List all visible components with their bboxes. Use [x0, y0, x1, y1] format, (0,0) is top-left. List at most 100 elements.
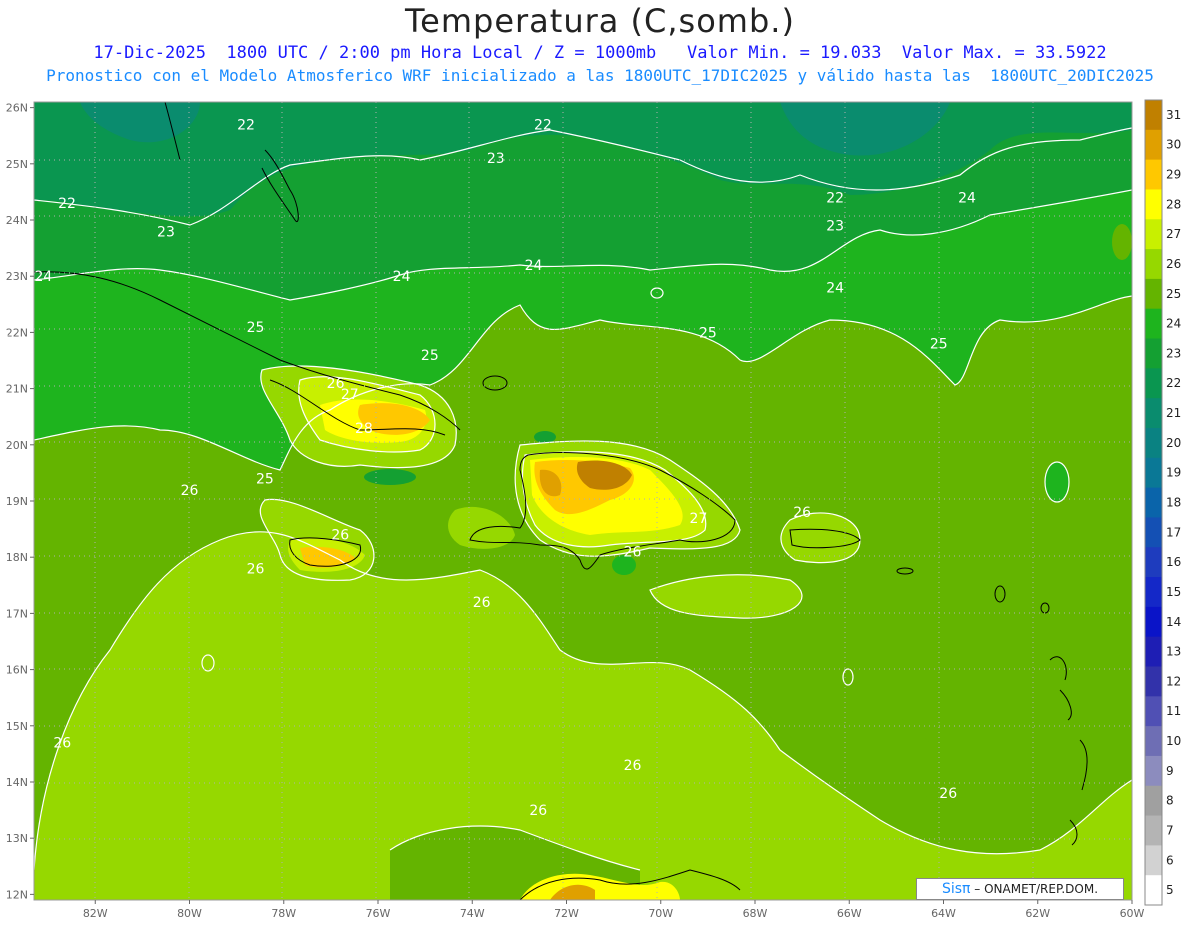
- isotherm-label: 23: [826, 219, 844, 235]
- lat-label: 18N: [6, 551, 28, 564]
- isotherm-label: 26: [331, 528, 349, 544]
- sispi-logo: Sisπ: [941, 881, 971, 897]
- field-26-corner: [1112, 224, 1132, 260]
- latitude-axis: 26N25N24N23N22N21N20N19N18N17N16N15N14N1…: [6, 102, 34, 901]
- lon-label: 62W: [1025, 907, 1050, 920]
- colorbar-label: 25: [1166, 287, 1181, 301]
- lat-label: 21N: [6, 383, 28, 396]
- isotherm-label: 26: [247, 561, 265, 577]
- colorbar-swatch: [1145, 308, 1162, 340]
- colorbar-label: 24: [1166, 317, 1181, 331]
- colorbar-swatch: [1145, 606, 1162, 638]
- colorbar-label: 27: [1166, 227, 1181, 241]
- colorbar-swatch: [1145, 100, 1162, 131]
- colorbar-label: 20: [1166, 436, 1181, 450]
- isotherm-label: 22: [58, 196, 76, 212]
- field-24-pocket: [364, 469, 416, 485]
- lat-label: 17N: [6, 607, 28, 620]
- lon-label: 64W: [931, 907, 956, 920]
- isotherm-label: 25: [930, 337, 948, 353]
- colorbar-label: 21: [1166, 406, 1181, 420]
- isotherm-label: 26: [793, 505, 811, 521]
- colorbar-swatch: [1145, 726, 1162, 757]
- isotherm-label: 27: [690, 511, 708, 527]
- isotherm-label: 24: [525, 258, 543, 274]
- lon-label: 70W: [648, 907, 673, 920]
- lon-label: 78W: [271, 907, 296, 920]
- colorbar-swatch: [1145, 278, 1162, 310]
- colorbar-swatch: [1145, 427, 1162, 459]
- isotherm-label: 26: [473, 595, 491, 611]
- colorbar-swatch: [1145, 547, 1162, 578]
- colorbar-label: 19: [1166, 466, 1181, 480]
- colorbar-swatch: [1145, 189, 1162, 220]
- isotherm-label: 28: [355, 421, 373, 437]
- lat-label: 23N: [6, 270, 28, 283]
- isotherm-label: 24: [0, 331, 10, 347]
- colorbar-swatch: [1145, 398, 1162, 429]
- lat-label: 26N: [6, 102, 28, 115]
- lon-label: 60W: [1120, 907, 1145, 920]
- colorbar-label: 22: [1166, 376, 1181, 390]
- colorbar-swatch: [1145, 696, 1162, 727]
- isotherm-label: 27: [341, 387, 359, 403]
- credit-box: Sisπ – ONAMET/REP.DOM.: [916, 878, 1124, 900]
- isotherm-label: 22: [534, 117, 552, 133]
- lon-label: 76W: [366, 907, 391, 920]
- colorbar-swatch: [1145, 785, 1162, 817]
- color-scale-bar: 31 30 29 28 27 26 25 24 23 22 21 20 19 18 17 16 15 14 13 12…: [1144, 99, 1181, 906]
- colorbar-label: 18: [1166, 496, 1181, 510]
- colorbar-label: 5: [1166, 883, 1174, 897]
- isotherm-label: 26: [624, 545, 642, 561]
- colorbar-label: 9: [1166, 764, 1174, 778]
- colorbar-swatch: [1145, 129, 1162, 161]
- isotherm-label: 26: [53, 736, 71, 752]
- isotherm-label: 22: [826, 191, 844, 207]
- colorbar-swatch: [1145, 338, 1162, 369]
- lat-label: 20N: [6, 439, 28, 452]
- colorbar-swatch: [1145, 815, 1162, 846]
- isotherm-label: 24: [393, 269, 411, 285]
- lat-label: 25N: [6, 158, 28, 171]
- colorbar-swatch: [1145, 875, 1162, 906]
- colorbar-label: 29: [1166, 168, 1181, 182]
- colorbar-label: 15: [1166, 585, 1181, 599]
- colorbar-label: 8: [1166, 794, 1174, 808]
- isotherm-label: 24: [826, 280, 844, 296]
- colorbar-swatch: [1145, 159, 1162, 190]
- colorbar-swatch: [1145, 249, 1162, 280]
- colorbar-swatch: [1145, 487, 1162, 518]
- isotherm-label: 22: [237, 117, 255, 133]
- lat-label: 13N: [6, 832, 28, 845]
- lon-label: 66W: [837, 907, 862, 920]
- colorbar-label: 30: [1166, 138, 1181, 152]
- isotherm-label: 24: [958, 191, 976, 207]
- longitude-axis: 82W 80W 78W 76W 74W 72W 70W 68W 66W 64W 62W 60W: [83, 900, 1145, 920]
- lat-label: 12N: [6, 888, 28, 901]
- isotherm-label: 23: [487, 151, 505, 167]
- colorbar-swatch: [1145, 755, 1162, 787]
- isotherm-label: 25: [421, 348, 439, 364]
- lat-label: 15N: [6, 720, 28, 733]
- field-24-pocket-2: [534, 431, 556, 443]
- colorbar-swatch: [1145, 457, 1162, 489]
- colorbar-label: 26: [1166, 257, 1181, 271]
- colorbar-label: 12: [1166, 674, 1181, 688]
- colorbar-label: 31: [1166, 108, 1181, 122]
- colorbar-swatch: [1145, 577, 1162, 608]
- lon-label: 80W: [177, 907, 202, 920]
- isotherm-label: 25: [699, 325, 717, 341]
- colorbar-label: 17: [1166, 525, 1181, 539]
- isotherm-label: 25: [256, 472, 274, 488]
- lat-label: 24N: [6, 214, 28, 227]
- credit-text: – ONAMET/REP.DOM.: [970, 882, 1099, 896]
- colorbar-label: 10: [1166, 734, 1181, 748]
- colorbar-swatch: [1145, 219, 1162, 250]
- colorbar-swatch: [1145, 636, 1162, 667]
- isotherm-label: 26: [939, 786, 957, 802]
- colorbar-label: 23: [1166, 346, 1181, 360]
- colorbar-swatch: [1145, 845, 1162, 876]
- isotherm-label: 26: [181, 483, 199, 499]
- colorbar-label: 28: [1166, 197, 1181, 211]
- lon-label: 68W: [743, 907, 768, 920]
